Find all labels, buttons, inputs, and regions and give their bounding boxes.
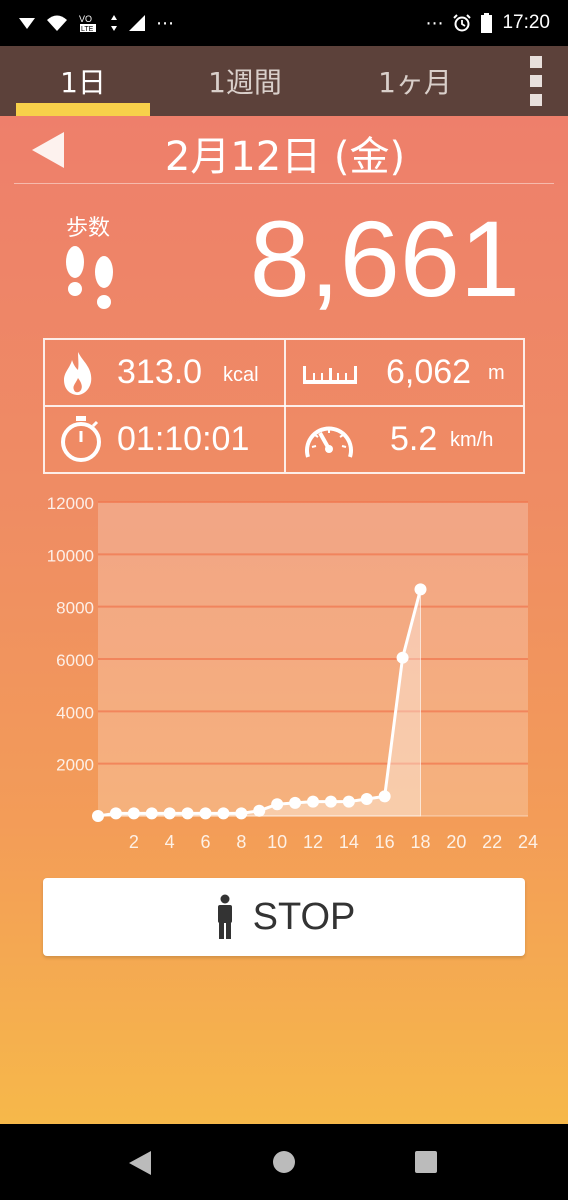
status-time: 17:20: [502, 12, 550, 33]
date-header: 2月12日 (金): [0, 116, 568, 184]
speed-unit: km/h: [450, 429, 494, 451]
ruler-icon: [303, 366, 357, 384]
x-tick-label: 14: [339, 832, 359, 852]
x-tick-label: 2: [129, 832, 139, 852]
speedometer-icon: [305, 426, 353, 458]
chart-data-point: [271, 798, 284, 811]
navigation-bar: [0, 1124, 568, 1200]
x-tick-label: 6: [200, 832, 210, 852]
svg-text:LTE: LTE: [81, 26, 94, 33]
calories-value: 313.0: [117, 353, 203, 391]
chart-data-point: [127, 807, 140, 820]
chart-data-point: [342, 795, 355, 808]
time-value: 01:10:01: [117, 420, 250, 458]
chart-data-point: [378, 790, 391, 803]
chart-data-point: [181, 807, 194, 820]
chart-data-point: [217, 807, 230, 820]
chart-data-point: [307, 795, 319, 808]
stop-button-label: STOP: [252, 895, 356, 938]
chart-data-point: [396, 651, 409, 664]
battery-icon: [481, 13, 493, 33]
steps-chart: 200040006000800010000120002 4 6 8 10 12 14 16 18…: [47, 494, 538, 852]
volte-icon: VO LTE: [79, 14, 96, 33]
y-tick-label: 10000: [47, 546, 94, 565]
y-tick-label: 8000: [56, 599, 94, 618]
recents-icon[interactable]: [414, 1150, 438, 1174]
footprints-icon: [66, 246, 113, 309]
chart-data-point: [199, 807, 212, 820]
status-bar: VO LTE ⋯ ⋯ 17:20: [0, 0, 568, 46]
distance-cell: 6,062 m: [286, 340, 523, 405]
previous-day-arrow-icon[interactable]: [30, 130, 66, 170]
distance-value: 6,062: [386, 353, 472, 391]
chart-data-point: [289, 796, 302, 809]
x-tick-label: 24: [518, 832, 538, 852]
stats-grid: 313.0 kcal 6,062 m 01:10:01 5.2 km/h: [43, 338, 525, 474]
chart-data-point: [414, 583, 427, 596]
signal-icon: [19, 18, 35, 29]
flame-icon: [64, 352, 92, 395]
x-tick-label: 16: [375, 832, 395, 852]
more-notifications-icon: ⋯: [156, 12, 174, 34]
stopwatch-icon: [61, 416, 101, 462]
y-tick-label: 6000: [56, 651, 94, 670]
chart-data-point: [109, 807, 122, 820]
y-tick-label: 12000: [47, 494, 94, 513]
wifi-icon: [47, 15, 67, 31]
active-tab-indicator: [16, 103, 150, 116]
chart-data-point: [145, 807, 158, 820]
steps-value: 8,661: [249, 198, 520, 319]
main-content: 2月12日 (金) 歩数 8,661 313.0 kcal 6,062 m 01…: [0, 116, 568, 1124]
speed-value: 5.2: [390, 420, 438, 458]
x-tick-label: 18: [410, 832, 430, 852]
chart-data-point: [92, 810, 104, 822]
x-tick-label: 8: [236, 832, 246, 852]
home-icon[interactable]: [272, 1150, 296, 1174]
chart-data-point: [360, 792, 373, 805]
date-divider: [14, 183, 554, 184]
chart-data-point: [253, 804, 266, 817]
more-icon: ⋯: [425, 12, 444, 34]
alarm-icon: [453, 14, 472, 32]
x-tick-label: 20: [446, 832, 466, 852]
x-tick-label: 12: [303, 832, 323, 852]
stop-button[interactable]: STOP: [43, 878, 525, 956]
speed-cell: 5.2 km/h: [286, 407, 523, 472]
calories-cell: 313.0 kcal: [45, 340, 284, 405]
person-icon: [217, 894, 232, 939]
y-tick-label: 2000: [56, 756, 94, 775]
time-cell: 01:10:01: [45, 407, 284, 472]
tab-week[interactable]: 1週間: [180, 46, 310, 116]
back-icon[interactable]: [128, 1150, 152, 1176]
chart-data-point: [324, 795, 337, 808]
x-tick-label: 10: [267, 832, 287, 852]
tab-bar: 1日 1週間 1ヶ月: [0, 46, 568, 116]
calories-unit: kcal: [223, 364, 259, 386]
data-arrows-icon: [111, 15, 117, 31]
chart-data-point: [163, 807, 176, 820]
overflow-menu-icon[interactable]: [522, 56, 550, 106]
date-label: 2月12日 (金): [164, 134, 406, 180]
tab-month[interactable]: 1ヶ月: [350, 46, 480, 116]
x-tick-label: 4: [165, 832, 175, 852]
cell-signal-icon: [129, 15, 145, 31]
y-tick-label: 4000: [56, 703, 94, 722]
svg-text:VO: VO: [79, 14, 92, 24]
steps-label: 歩数: [66, 216, 111, 241]
x-tick-label: 22: [482, 832, 502, 852]
distance-unit: m: [488, 362, 505, 384]
chart-data-point: [235, 807, 248, 820]
